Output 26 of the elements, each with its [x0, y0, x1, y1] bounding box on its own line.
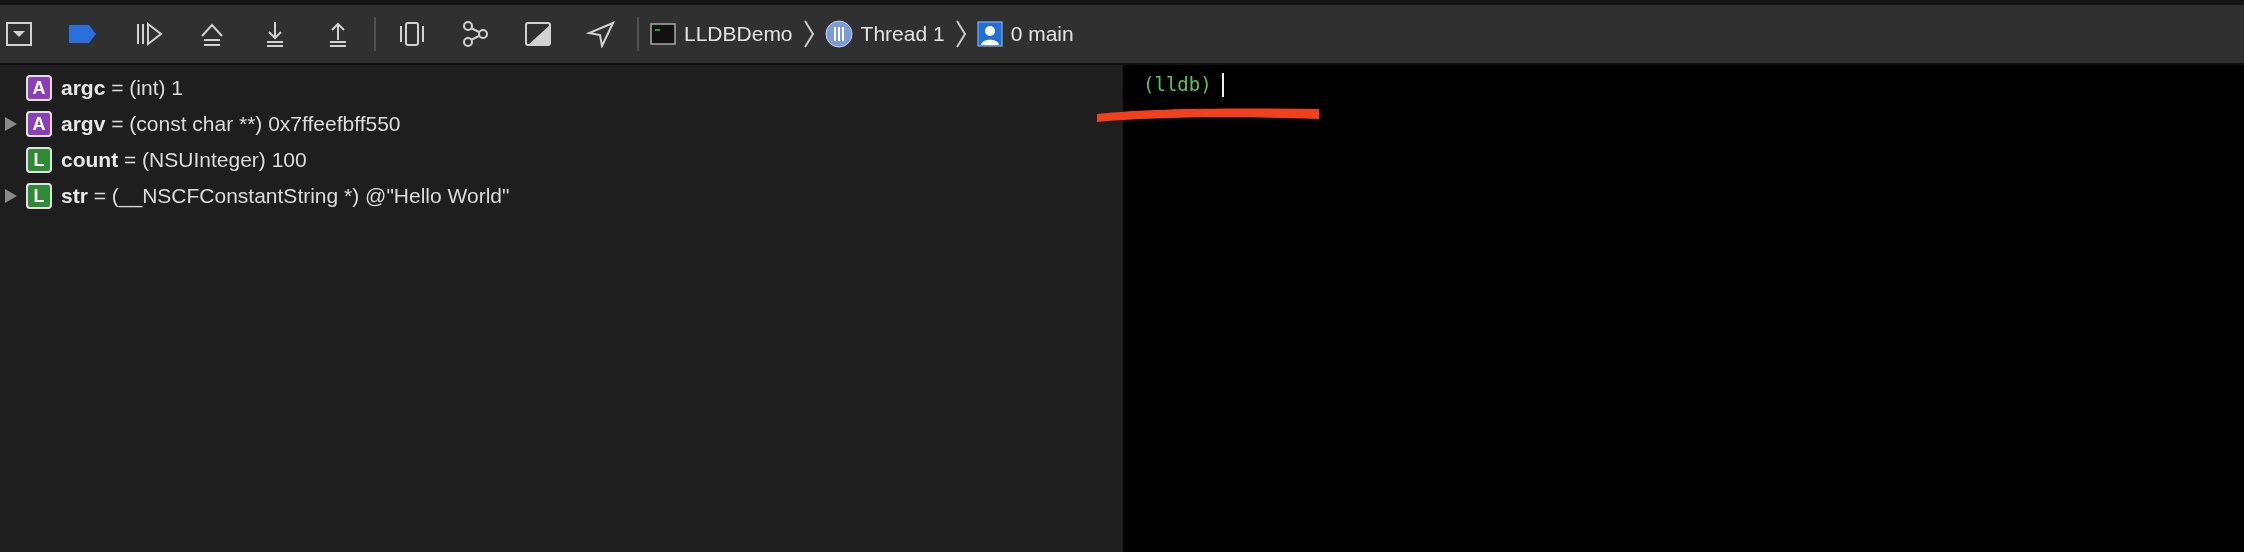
variable-kind-badge: L [26, 183, 52, 209]
thread-icon [824, 20, 853, 48]
chevron-icon [954, 19, 967, 49]
variable-kind-badge: A [26, 111, 52, 137]
continue-icon[interactable] [134, 20, 164, 48]
disclosure-triangle-icon[interactable] [4, 116, 18, 132]
location-icon[interactable] [586, 20, 616, 48]
text-cursor [1221, 73, 1224, 97]
view-hierarchy-icon[interactable] [397, 20, 427, 48]
console-prompt: (lldb) [1143, 73, 1212, 95]
breadcrumb-item[interactable]: Thread 1 [860, 22, 945, 46]
memory-graph-icon[interactable] [460, 20, 490, 48]
variable-kind-badge: A [26, 75, 52, 101]
user-icon [976, 21, 1003, 47]
hide-panel-icon[interactable] [4, 20, 34, 48]
environment-icon[interactable] [523, 20, 553, 48]
breadcrumb-item[interactable]: LLDBDemo [684, 22, 793, 46]
variable-entry: str = (__NSCFConstantString *) @"Hello World" [61, 184, 510, 208]
disclosure-triangle-icon[interactable] [4, 188, 18, 204]
variable-entry: count = (NSUInteger) 100 [61, 148, 307, 172]
chevron-icon [802, 19, 815, 49]
variable-kind-badge: L [26, 147, 52, 173]
terminal-icon [650, 22, 676, 46]
variable-entry: argc = (int) 1 [61, 76, 183, 100]
variable-entry: argv = (const char **) 0x7ffeefbff550 [61, 112, 401, 136]
breadcrumb-item[interactable]: 0 main [1010, 22, 1074, 46]
